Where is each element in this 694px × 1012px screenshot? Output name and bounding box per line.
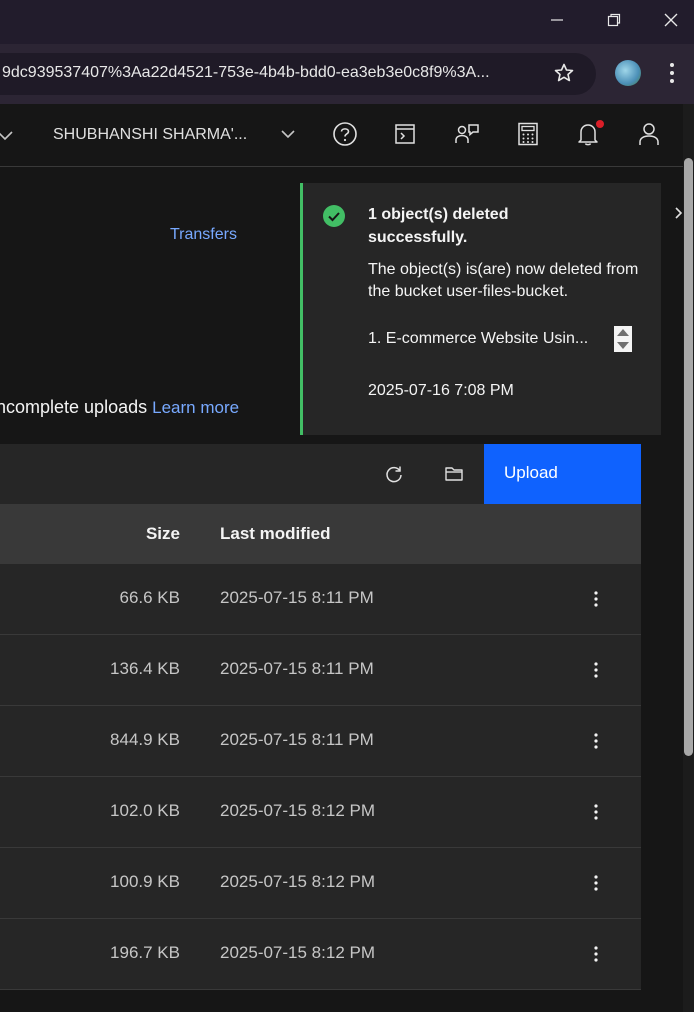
restore-icon[interactable] — [585, 0, 643, 40]
refresh-icon[interactable] — [381, 461, 407, 487]
checkmark-circle-icon — [323, 205, 345, 227]
toast-timestamp: 2025-07-16 7:08 PM — [368, 382, 514, 399]
list-scroll-arrows[interactable] — [614, 326, 632, 352]
table-row[interactable]: 102.0 KB 2025-07-15 8:12 PM — [0, 777, 641, 848]
bookmark-star-icon[interactable] — [552, 61, 576, 85]
overflow-menu-icon[interactable] — [585, 728, 607, 754]
deleted-object-item: 1. E-commerce Website Usin... — [368, 330, 589, 347]
incomplete-uploads-text: ncomplete uploads Learn more — [0, 397, 239, 418]
overflow-menu-icon[interactable] — [585, 586, 607, 612]
user-profile-icon[interactable] — [635, 120, 663, 148]
address-bar[interactable]: 9dc939537407%3Aa22d4521-753e-4b4b-bdd0-e… — [0, 53, 596, 95]
app-header: SHUBHANSHI SHARMA'... — [0, 104, 684, 167]
cloud-shell-icon[interactable] — [391, 120, 419, 148]
chevron-down-icon[interactable] — [0, 124, 16, 146]
table-row[interactable]: 196.7 KB 2025-07-15 8:12 PM — [0, 919, 641, 990]
close-icon[interactable] — [642, 0, 694, 40]
object-size: 136.4 KB — [110, 659, 180, 678]
success-toast: 1 object(s) deleted successfully. The ob… — [300, 183, 661, 435]
table-header: Size Last modified — [0, 504, 641, 564]
notification-badge — [596, 120, 604, 128]
column-header-size[interactable]: Size — [146, 524, 180, 544]
minimize-icon[interactable] — [528, 0, 586, 40]
browser-titlebar — [0, 0, 694, 44]
account-switcher[interactable]: SHUBHANSHI SHARMA'... — [53, 126, 247, 144]
table-row[interactable]: 100.9 KB 2025-07-15 8:12 PM — [0, 848, 641, 919]
upload-button[interactable]: Upload — [484, 444, 641, 504]
object-size: 100.9 KB — [110, 872, 180, 891]
object-last-modified: 2025-07-15 8:11 PM — [220, 730, 374, 749]
object-size: 196.7 KB — [110, 943, 180, 962]
object-size: 66.6 KB — [119, 588, 181, 607]
overflow-menu-icon[interactable] — [585, 941, 607, 967]
overflow-menu-icon[interactable] — [585, 799, 607, 825]
toast-message: The object(s) is(are) now deleted from t… — [368, 261, 639, 300]
table-row[interactable]: 66.6 KB 2025-07-15 8:11 PM — [0, 564, 641, 635]
profile-avatar[interactable] — [615, 60, 641, 86]
transfers-link[interactable]: Transfers — [170, 226, 237, 244]
overflow-menu-icon[interactable] — [585, 870, 607, 896]
learn-more-link[interactable]: Learn more — [152, 398, 239, 417]
page-scrollbar-thumb[interactable] — [684, 158, 693, 756]
table-row[interactable]: 136.4 KB 2025-07-15 8:11 PM — [0, 635, 641, 706]
object-last-modified: 2025-07-15 8:12 PM — [220, 943, 375, 962]
cost-estimator-icon[interactable] — [514, 120, 542, 148]
folder-icon[interactable] — [441, 461, 467, 487]
chevron-down-icon[interactable] — [278, 124, 298, 144]
table-row[interactable]: 844.9 KB 2025-07-15 8:11 PM — [0, 706, 641, 777]
overflow-menu-icon[interactable] — [585, 657, 607, 683]
objects-toolbar: Upload — [0, 444, 641, 504]
object-size: 102.0 KB — [110, 801, 180, 820]
manage-access-icon[interactable] — [453, 120, 481, 148]
browser-menu-icon[interactable] — [660, 60, 684, 86]
column-header-last-modified[interactable]: Last modified — [220, 524, 331, 544]
url-text[interactable]: 9dc939537407%3Aa22d4521-753e-4b4b-bdd0-e… — [2, 64, 490, 82]
help-icon[interactable] — [331, 120, 359, 148]
object-last-modified: 2025-07-15 8:11 PM — [220, 588, 374, 607]
object-last-modified: 2025-07-15 8:12 PM — [220, 801, 375, 820]
object-last-modified: 2025-07-15 8:12 PM — [220, 872, 375, 891]
object-size: 844.9 KB — [110, 730, 180, 749]
object-last-modified: 2025-07-15 8:11 PM — [220, 659, 374, 678]
objects-table: Size Last modified 66.6 KB 2025-07-15 8:1… — [0, 504, 641, 990]
toast-title: 1 object(s) deleted successfully. — [368, 206, 509, 246]
browser-toolbar: 9dc939537407%3Aa22d4521-753e-4b4b-bdd0-e… — [0, 44, 694, 104]
incomplete-uploads-label: ncomplete uploads — [0, 397, 148, 417]
